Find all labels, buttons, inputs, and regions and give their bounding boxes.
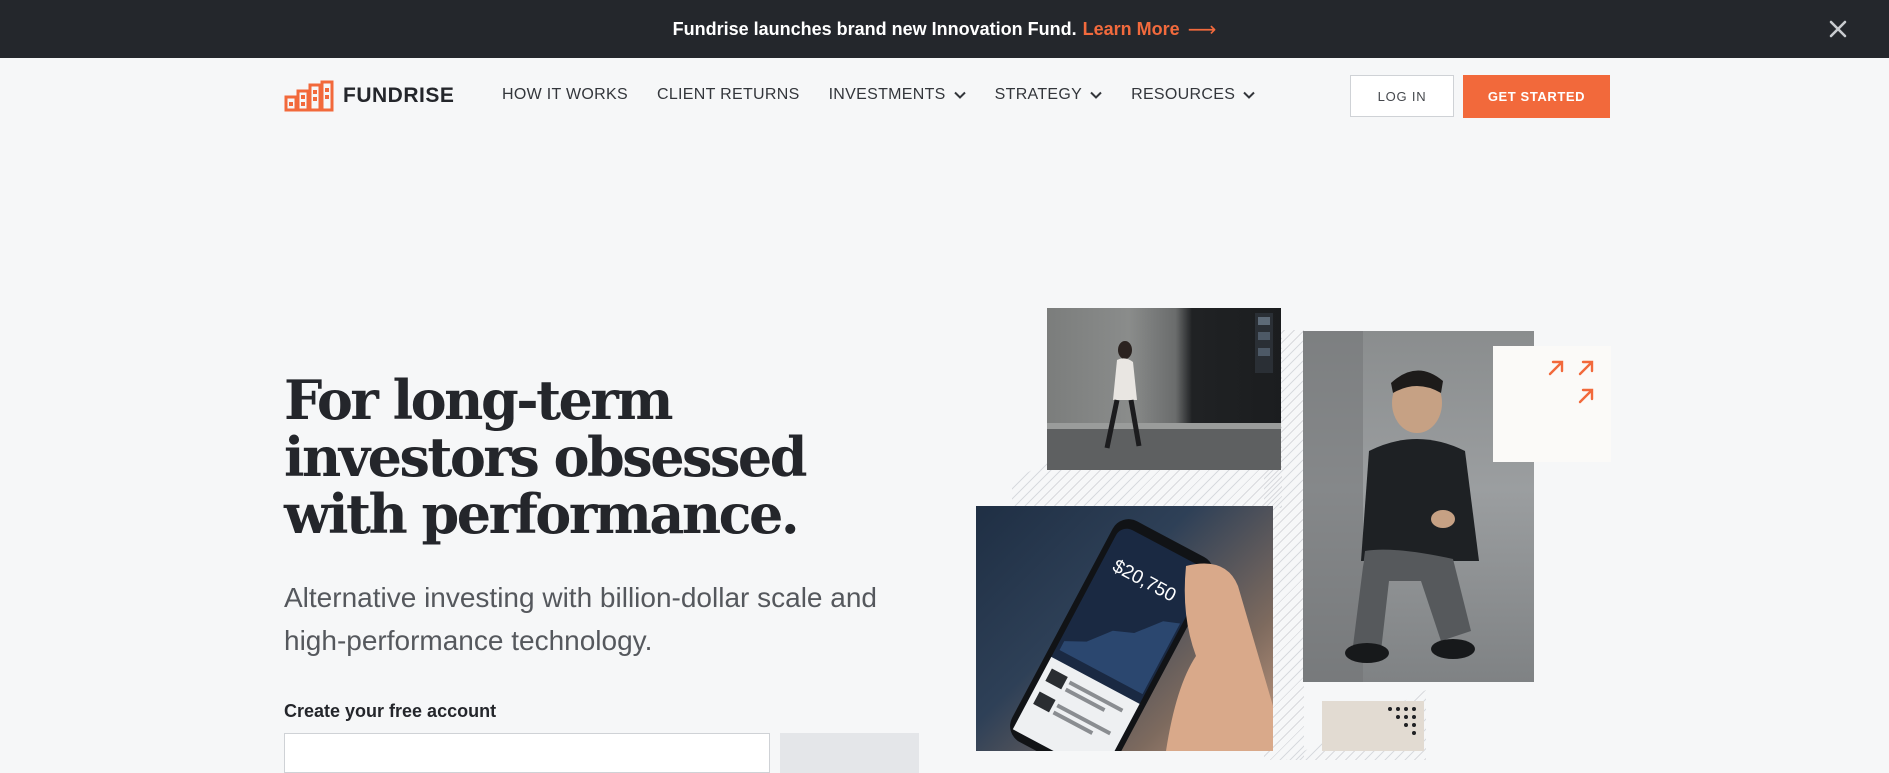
- fundrise-logo[interactable]: FUNDRISE: [284, 80, 454, 112]
- nav-links: HOW IT WORKS CLIENT RETURNS INVESTMENTS …: [502, 86, 1284, 104]
- banner-learn-more-link[interactable]: Learn More: [1083, 19, 1180, 40]
- photo-phone-app: $20,750: [976, 506, 1273, 751]
- chevron-down-icon: [1243, 91, 1255, 99]
- arrow-up-right-icon: [1578, 360, 1594, 376]
- logo-text: FUNDRISE: [343, 84, 455, 107]
- hero-headline: For long-term investors obsessed with pe…: [284, 368, 807, 546]
- hero-subhead: Alternative investing with billion-dolla…: [284, 582, 877, 656]
- nav-client-returns[interactable]: CLIENT RETURNS: [657, 86, 800, 104]
- nav-strategy[interactable]: STRATEGY: [995, 86, 1102, 104]
- chevron-down-icon: [953, 91, 966, 99]
- photo-woman-walking: [1047, 308, 1281, 470]
- nav-how-it-works[interactable]: HOW IT WORKS: [502, 86, 628, 104]
- building-logo-icon: [284, 80, 334, 112]
- get-started-button[interactable]: GET STARTED: [1463, 75, 1610, 118]
- email-field[interactable]: [284, 733, 770, 773]
- nav-resources[interactable]: RESOURCES: [1131, 86, 1255, 104]
- arrow-up-right-icon: [1548, 360, 1564, 376]
- close-icon[interactable]: [1823, 14, 1853, 44]
- nav-link-label: STRATEGY: [994, 86, 1083, 103]
- nav-link-label: INVESTMENTS: [828, 86, 946, 103]
- main-nav: FUNDRISE HOW IT WORKS CLIENT RETURNS INV…: [0, 58, 1889, 134]
- nav-link-label: CLIENT RETURNS: [656, 86, 800, 103]
- nav-investments[interactable]: INVESTMENTS: [829, 86, 966, 104]
- announcement-banner: Fundrise launches brand new Innovation F…: [0, 0, 1889, 58]
- banner-text: Fundrise launches brand new Innovation F…: [672, 18, 1077, 39]
- arrow-up-right-icon: [1578, 388, 1594, 404]
- signup-form-label: Create your free account: [284, 701, 497, 721]
- nav-link-label: HOW IT WORKS: [502, 86, 628, 103]
- signup-submit-button[interactable]: [780, 733, 919, 773]
- arrows-decoration-box: [1493, 346, 1611, 462]
- nav-link-label: RESOURCES: [1131, 86, 1236, 103]
- chevron-down-icon: [1090, 91, 1102, 99]
- login-button[interactable]: LOG IN: [1350, 75, 1454, 117]
- arrow-right-icon[interactable]: ⟶: [1188, 17, 1217, 42]
- dots-decoration-box: [1322, 701, 1424, 751]
